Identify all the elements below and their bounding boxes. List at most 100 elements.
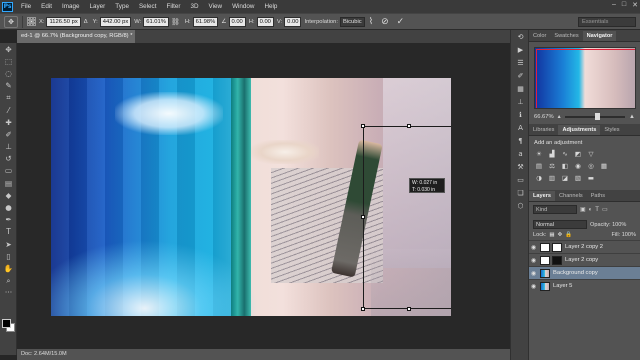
lock-transparent-icon[interactable]: ▦ [549, 232, 554, 238]
tab-navigator[interactable]: Navigator [582, 31, 617, 41]
tab-color[interactable]: Color [529, 31, 550, 41]
timeline-icon[interactable]: ▭ [511, 173, 530, 186]
move-tool-icon[interactable]: ✥ [0, 43, 17, 55]
clone-stamp-icon[interactable]: ⊥ [0, 141, 17, 153]
tab-adjustments[interactable]: Adjustments [558, 125, 601, 135]
photo-filter-icon[interactable]: ◉ [573, 161, 583, 170]
tab-styles[interactable]: Styles [600, 125, 623, 135]
height-field[interactable]: 61.98% [192, 16, 219, 27]
layer-row[interactable]: ◉ Layer 2 copy [529, 253, 640, 266]
navigator-view-frame[interactable] [535, 49, 635, 108]
visibility-eye-icon[interactable]: ◉ [529, 283, 538, 290]
dodge-tool-icon[interactable]: ● [0, 201, 17, 213]
width-field[interactable]: 61.01% [143, 16, 169, 27]
character-icon[interactable]: A [511, 121, 530, 134]
delta-icon[interactable]: Δ [84, 19, 88, 25]
layer-name[interactable]: Layer 2 copy 2 [565, 244, 603, 250]
info-icon[interactable]: ℹ [511, 108, 530, 121]
gradient-tool-icon[interactable]: ▤ [0, 177, 17, 189]
visibility-eye-icon[interactable]: ◉ [529, 244, 538, 251]
transform-handle[interactable] [407, 123, 411, 128]
menu-image[interactable]: Image [57, 3, 85, 10]
history-brush-icon[interactable]: ↺ [0, 153, 17, 165]
tab-channels[interactable]: Channels [555, 191, 587, 201]
visibility-eye-icon[interactable]: ◉ [529, 257, 538, 264]
brush-presets-icon[interactable]: ▦ [511, 82, 530, 95]
opacity-field[interactable]: Opacity: 100% [590, 222, 626, 228]
layer-row[interactable]: ◉ Layer 2 copy 2 [529, 240, 640, 253]
filter-pixel-icon[interactable]: ▣ [580, 206, 586, 213]
navigator-thumbnail[interactable] [533, 47, 636, 109]
link-icon[interactable]: ⛓ [171, 18, 180, 26]
brush-tool-icon[interactable]: ✐ [0, 128, 17, 140]
menu-help[interactable]: Help [259, 3, 282, 10]
layer-mask-thumbnail[interactable] [552, 242, 562, 252]
warp-icon[interactable]: ⌇ [369, 16, 373, 27]
blend-mode-select[interactable]: Normal [533, 220, 587, 229]
black-white-icon[interactable]: ◧ [560, 161, 570, 170]
crop-tool-icon[interactable]: ⌗ [0, 92, 17, 104]
tab-paths[interactable]: Paths [587, 191, 609, 201]
path-select-icon[interactable]: ➤ [0, 238, 17, 250]
close-icon[interactable]: ✕ [632, 1, 638, 9]
hue-saturation-icon[interactable]: ▤ [534, 161, 544, 170]
marquee-tool-icon[interactable]: ⬚ [0, 55, 17, 67]
layer-row-selected[interactable]: ◉ Background copy [529, 266, 640, 279]
glyphs-icon[interactable]: a [511, 147, 530, 160]
color-lookup-icon[interactable]: ▦ [599, 161, 609, 170]
transform-handle[interactable] [361, 215, 365, 220]
angle-field[interactable]: 0.00 [228, 16, 246, 27]
transform-bounding-box[interactable] [361, 123, 451, 311]
layer-row[interactable]: ◉ Layer 5 [529, 279, 640, 292]
menu-edit[interactable]: Edit [36, 3, 57, 10]
reference-point-icon[interactable] [27, 17, 36, 26]
workspace-switcher[interactable]: Essentials [578, 17, 636, 27]
visibility-eye-icon[interactable]: ◉ [529, 270, 538, 277]
invert-icon[interactable]: ◑ [534, 173, 544, 182]
color-balance-icon[interactable]: ⚖ [547, 161, 557, 170]
properties-icon[interactable]: ☰ [511, 56, 530, 69]
curves-icon[interactable]: ∿ [560, 149, 570, 158]
layer-name[interactable]: Background copy [553, 270, 598, 276]
y-field[interactable]: 442.00 px [99, 16, 132, 27]
cancel-transform-icon[interactable]: ⊘ [381, 16, 389, 27]
healing-brush-icon[interactable]: ✚ [0, 116, 17, 128]
zoom-slider[interactable] [564, 112, 626, 120]
interpolation-select[interactable]: Bicubic [340, 16, 365, 27]
tool-presets-icon[interactable]: ⚒ [511, 160, 530, 173]
selective-color-icon[interactable]: ▧ [573, 173, 583, 182]
clone-source-icon[interactable]: ⊥ [511, 95, 530, 108]
tab-swatches[interactable]: Swatches [550, 31, 582, 41]
minimize-icon[interactable]: – [612, 1, 616, 9]
brightness-icon[interactable]: ☀ [534, 149, 544, 158]
document-tab[interactable]: ed-1 @ 66.7% (Background copy, RGB/8) * [17, 30, 135, 43]
type-tool-icon[interactable]: T [0, 226, 17, 238]
v-skew-field[interactable]: 0.00 [284, 16, 302, 27]
vibrance-icon[interactable]: ▽ [586, 149, 596, 158]
paragraph-icon[interactable]: ¶ [511, 134, 530, 147]
layer-mask-thumbnail[interactable] [552, 255, 562, 265]
menu-window[interactable]: Window [227, 3, 259, 10]
channel-mixer-icon[interactable]: ◎ [586, 161, 596, 170]
filter-type-icon[interactable]: T [595, 207, 599, 213]
eyedropper-tool-icon[interactable]: ⁄ [0, 104, 17, 116]
3d-icon[interactable]: ⬡ [511, 199, 530, 212]
x-field[interactable]: 1126.50 px [46, 16, 81, 27]
zoom-out-icon[interactable]: ▴ [558, 113, 561, 120]
menu-type[interactable]: Type [110, 3, 134, 10]
shape-tool-icon[interactable]: ▯ [0, 250, 17, 262]
zoom-value[interactable]: 66.67% [534, 114, 554, 120]
actions-icon[interactable]: ▶ [511, 43, 530, 56]
document-canvas[interactable] [51, 78, 451, 316]
levels-icon[interactable]: ▟ [547, 149, 557, 158]
more-tools-icon[interactable]: ··· [0, 287, 17, 299]
menu-filter[interactable]: Filter [161, 3, 185, 10]
gradient-map-icon[interactable]: ▬ [586, 173, 596, 182]
tab-layers[interactable]: Layers [529, 191, 556, 201]
filter-shape-icon[interactable]: ▭ [602, 206, 608, 213]
lock-position-icon[interactable]: ✥ [558, 232, 563, 238]
brush-settings-icon[interactable]: ✐ [511, 69, 530, 82]
zoom-in-icon[interactable]: ▲ [629, 114, 635, 120]
zoom-slider-knob[interactable] [594, 112, 600, 120]
layer-kind-filter[interactable]: Kind [533, 205, 577, 214]
